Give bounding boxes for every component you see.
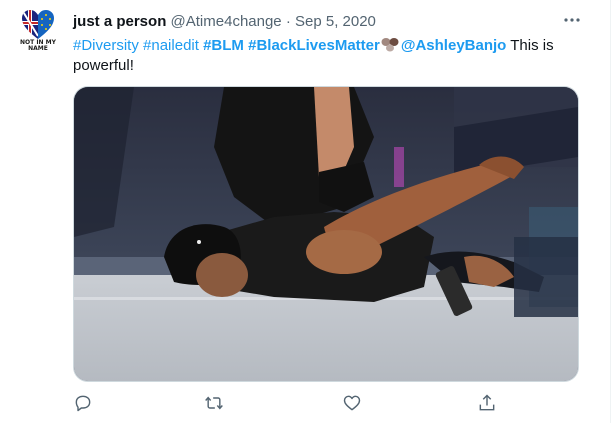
heart-icon — [343, 395, 361, 411]
heart-flag-icon — [22, 10, 54, 39]
tweet-text-body: powerful! — [73, 57, 134, 74]
author-handle[interactable]: @Atime4change — [171, 13, 282, 30]
author-name[interactable]: just a person — [73, 13, 166, 30]
retweet-icon — [205, 396, 223, 410]
mention-link[interactable]: @AshleyBanjo — [401, 37, 506, 54]
avatar[interactable]: NOT IN MY NAME — [14, 10, 62, 58]
tweet-actions — [0, 392, 611, 414]
speech-bubble-icon — [75, 395, 91, 412]
share-button[interactable] — [476, 392, 498, 414]
hashtag-link[interactable]: #BLM — [203, 37, 244, 54]
tweet-date[interactable]: Sep 5, 2020 — [295, 13, 376, 30]
retweet-button[interactable] — [203, 392, 225, 414]
tweet-text-body: This is — [510, 37, 554, 54]
tweet[interactable]: NOT IN MY NAME just a person @Atime4chan… — [0, 0, 611, 423]
avatar-caption: NOT IN MY NAME — [20, 39, 56, 52]
like-button[interactable] — [341, 392, 363, 414]
more-dots-icon — [564, 18, 580, 22]
share-icon — [479, 394, 495, 411]
tweet-header: just a person @Atime4change · Sep 5, 202… — [73, 12, 376, 32]
photo-dancer-icon — [74, 87, 578, 381]
more-options-button[interactable] — [560, 8, 584, 32]
hashtag-link[interactable]: #nailedit — [143, 37, 199, 54]
fist-bump-emoji-icon — [381, 38, 399, 52]
reply-button[interactable] — [72, 392, 94, 414]
tweet-photo[interactable] — [73, 86, 579, 382]
tweet-text: #Diversity #nailedit #BLM #BlackLivesMat… — [73, 36, 583, 76]
hashtag-link[interactable]: #Diversity — [73, 37, 139, 54]
hashtag-link[interactable]: #BlackLivesMatter — [248, 37, 380, 54]
separator-dot: · — [285, 13, 291, 30]
